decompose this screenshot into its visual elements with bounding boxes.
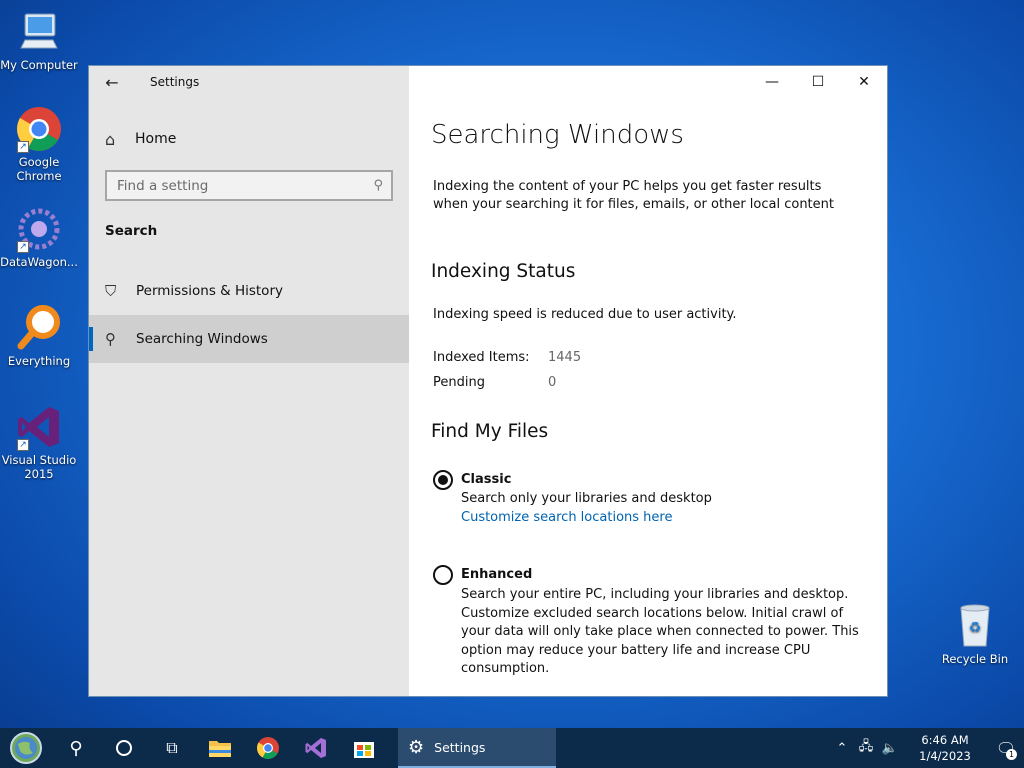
find-setting-input[interactable] <box>117 177 374 194</box>
desktop-icon-my-computer[interactable]: My Computer <box>0 8 78 72</box>
volume-icon[interactable]: 🔈 <box>878 741 902 756</box>
start-button[interactable] <box>0 728 52 768</box>
system-tray: ⌃ 🖧 🔈 6:46 AM 1/4/2023 🗨 1 <box>830 728 1024 768</box>
taskbar-search-button[interactable]: ⚲ <box>52 728 100 768</box>
sidebar-item-permissions-history[interactable]: ⛉ Permissions & History <box>89 267 409 315</box>
chrome-icon: ↗ <box>15 105 63 153</box>
sidebar: ← Settings ⌂ Home ⚲ Search ⛉ Permissions… <box>89 66 409 696</box>
enhanced-radio[interactable] <box>433 565 453 585</box>
pending-value: 0 <box>548 375 557 390</box>
everything-magnifier-icon <box>15 304 63 352</box>
clock-date: 1/4/2023 <box>919 749 971 763</box>
indexing-status-text: Indexing speed is reduced due to user ac… <box>433 307 737 322</box>
sidebar-item-label: Searching Windows <box>136 331 268 347</box>
taskbar-chrome[interactable] <box>244 728 292 768</box>
desktop-icon-label: My Computer <box>0 58 78 72</box>
classic-radio[interactable] <box>433 470 453 490</box>
globe-start-icon <box>10 732 42 764</box>
computer-icon <box>15 8 63 56</box>
clock[interactable]: 6:46 AM 1/4/2023 <box>910 732 980 764</box>
gear-icon: ⚙ <box>408 736 425 758</box>
search-icon: ⚲ <box>69 737 83 759</box>
cortana-circle-icon <box>116 740 132 756</box>
clock-time: 6:46 AM <box>921 733 969 747</box>
find-my-files-heading: Find My Files <box>431 421 549 442</box>
shortcut-arrow-icon: ↗ <box>17 439 29 451</box>
recycle-bin-icon: ♻ <box>951 602 999 650</box>
indexing-status-heading: Indexing Status <box>431 261 576 282</box>
desktop-icon-everything[interactable]: Everything <box>0 304 78 368</box>
intro-text: Indexing the content of your PC helps yo… <box>433 179 834 212</box>
cortana-button[interactable] <box>100 728 148 768</box>
action-center-button[interactable]: 🗨 1 <box>988 728 1024 768</box>
arrow-left-icon: ← <box>105 72 119 92</box>
visual-studio-icon: ↗ <box>15 403 63 451</box>
task-view-button[interactable]: ⧉ <box>148 728 196 768</box>
svg-text:♻: ♻ <box>969 620 982 636</box>
network-icon[interactable]: 🖧 <box>854 737 878 759</box>
task-view-icon: ⧉ <box>166 738 178 757</box>
desktop-icon-label: Everything <box>7 354 71 368</box>
indexed-items-value: 1445 <box>548 350 582 365</box>
nav-home-label: Home <box>135 131 177 147</box>
nav-home[interactable]: ⌂ Home <box>89 122 409 156</box>
notification-count-badge: 1 <box>1006 749 1017 760</box>
desktop-icon-label: Google Chrome <box>16 155 62 183</box>
enhanced-label[interactable]: Enhanced <box>461 567 532 582</box>
indexed-items-label: Indexed Items: <box>433 350 530 365</box>
taskbar-store[interactable] <box>340 728 388 768</box>
titlebar-left: ← Settings <box>89 66 409 98</box>
shortcut-arrow-icon: ↗ <box>17 141 29 153</box>
chevron-up-icon[interactable]: ⌃ <box>830 741 854 756</box>
search-icon: ⚲ <box>105 330 116 348</box>
desktop-icon-label: Visual Studio 2015 <box>1 453 77 481</box>
classic-label[interactable]: Classic <box>461 472 511 487</box>
sidebar-item-label: Permissions & History <box>136 283 283 299</box>
taskbar-file-explorer[interactable] <box>196 728 244 768</box>
task-label: Settings <box>434 739 486 755</box>
enhanced-description: Search your entire PC, including your li… <box>461 587 859 676</box>
desktop-icon-label: Recycle Bin <box>941 652 1009 666</box>
find-setting-search: ⚲ <box>105 170 393 201</box>
customize-search-locations-link[interactable]: Customize search locations here <box>461 510 672 525</box>
taskbar: ⚲ ⧉ ⚙ Settings ⌃ 🖧 🔈 6:46 AM 1/4/2023 🗨 … <box>0 728 1024 768</box>
taskbar-visual-studio[interactable] <box>292 728 340 768</box>
desktop-icon-visual-studio[interactable]: ↗ Visual Studio 2015 <box>0 403 78 481</box>
store-icon <box>354 742 374 758</box>
desktop-icon-recycle-bin[interactable]: ♻ Recycle Bin <box>936 602 1014 666</box>
desktop-icon-label: DataWagon... <box>0 255 78 269</box>
content-pane: Searching Windows Indexing the content o… <box>431 66 871 696</box>
home-icon: ⌂ <box>105 129 116 149</box>
settings-window: ← Settings ⌂ Home ⚲ Search ⛉ Permissions… <box>88 65 888 697</box>
search-icon[interactable]: ⚲ <box>373 178 383 193</box>
back-button[interactable]: ← <box>89 66 135 98</box>
shortcut-arrow-icon: ↗ <box>17 241 29 253</box>
classic-description: Search only your libraries and desktop <box>461 491 712 506</box>
chrome-icon <box>257 737 279 759</box>
section-label: Search <box>105 223 158 239</box>
pending-label: Pending <box>433 375 485 390</box>
desktop-icon-google-chrome[interactable]: ↗ Google Chrome <box>0 105 78 183</box>
shield-window-icon: ⛉ <box>105 282 117 300</box>
visual-studio-icon <box>305 738 326 758</box>
taskbar-settings-task[interactable]: ⚙ Settings <box>398 728 556 768</box>
folder-icon <box>209 741 231 757</box>
window-title: Settings <box>150 75 200 89</box>
desktop-icon-datawagon[interactable]: ↗ DataWagon... <box>0 205 78 269</box>
sidebar-item-searching-windows[interactable]: ⚲ Searching Windows <box>89 315 409 363</box>
datawagon-icon: ↗ <box>15 205 63 253</box>
page-title: Searching Windows <box>431 120 684 150</box>
